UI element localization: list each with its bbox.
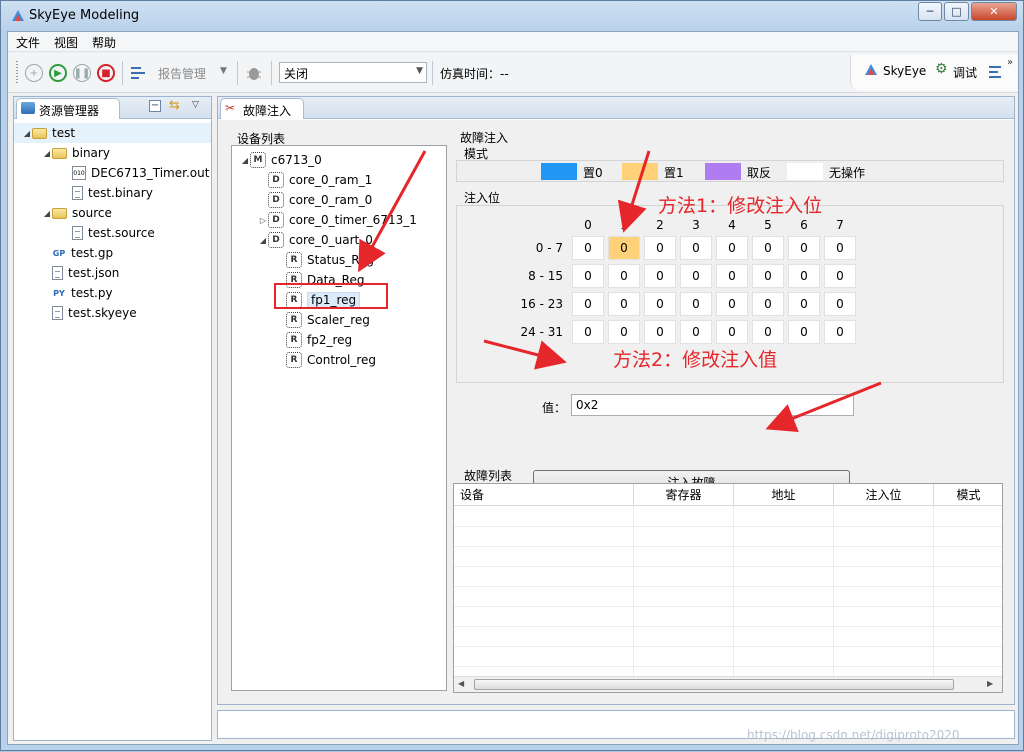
- arrow-to-bit1: [617, 150, 651, 233]
- watermark: https://blog.csdn.net/digiproto2020: [747, 728, 960, 742]
- annotation-overlay: [274, 150, 882, 433]
- annotation-method1: 方法1：修改注入位: [658, 195, 823, 217]
- arrow-to-fp1-reg: [358, 150, 427, 273]
- arrow-to-inject-button: [765, 381, 882, 433]
- application-window: SkyEye Modeling ─ □ ✕ 文件 视图 帮助 + ▶ ❚❚ ■ …: [0, 0, 1024, 751]
- arrow-to-value: [483, 339, 567, 370]
- annotation-method2: 方法2：修改注入值: [613, 349, 778, 371]
- highlight-box: [274, 283, 388, 309]
